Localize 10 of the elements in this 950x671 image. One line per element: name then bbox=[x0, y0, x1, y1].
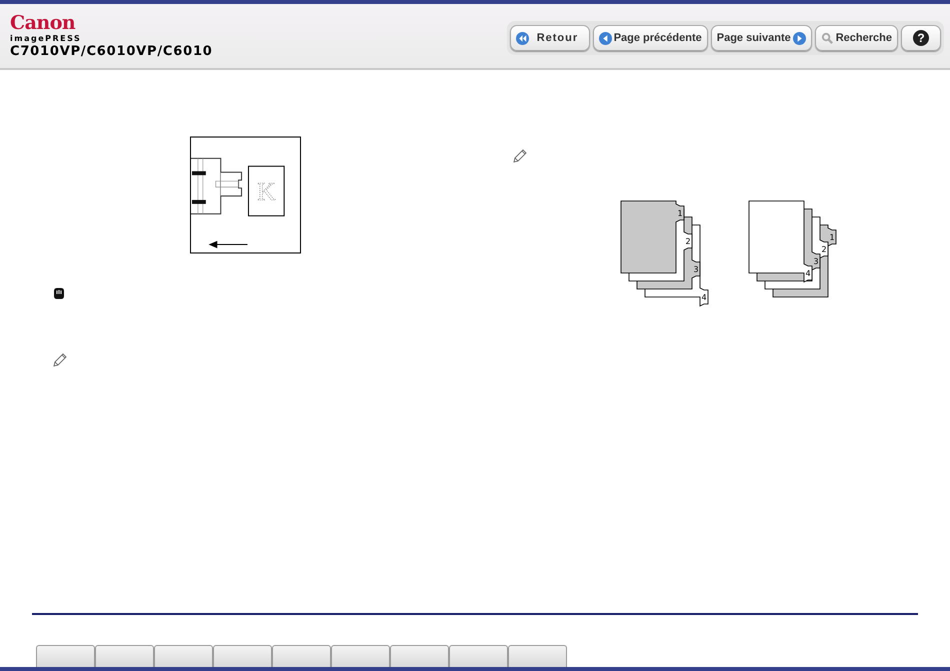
tab-divider-drawing: 4 3 2 1 bbox=[620, 200, 710, 308]
back-button[interactable]: Retour bbox=[510, 25, 590, 51]
series-name: imagePRESS bbox=[10, 32, 82, 44]
previous-page-button[interactable]: Page précédente bbox=[592, 25, 708, 51]
help-button[interactable]: ? bbox=[901, 25, 941, 51]
model-name: C7010VP/C6010VP/C6010 bbox=[10, 44, 213, 60]
brand-logo: Canon bbox=[10, 12, 76, 32]
next-page-button[interactable]: Page suivante bbox=[710, 25, 812, 51]
feeder-diagram: K bbox=[190, 136, 301, 254]
search-button[interactable]: Recherche bbox=[814, 25, 898, 51]
